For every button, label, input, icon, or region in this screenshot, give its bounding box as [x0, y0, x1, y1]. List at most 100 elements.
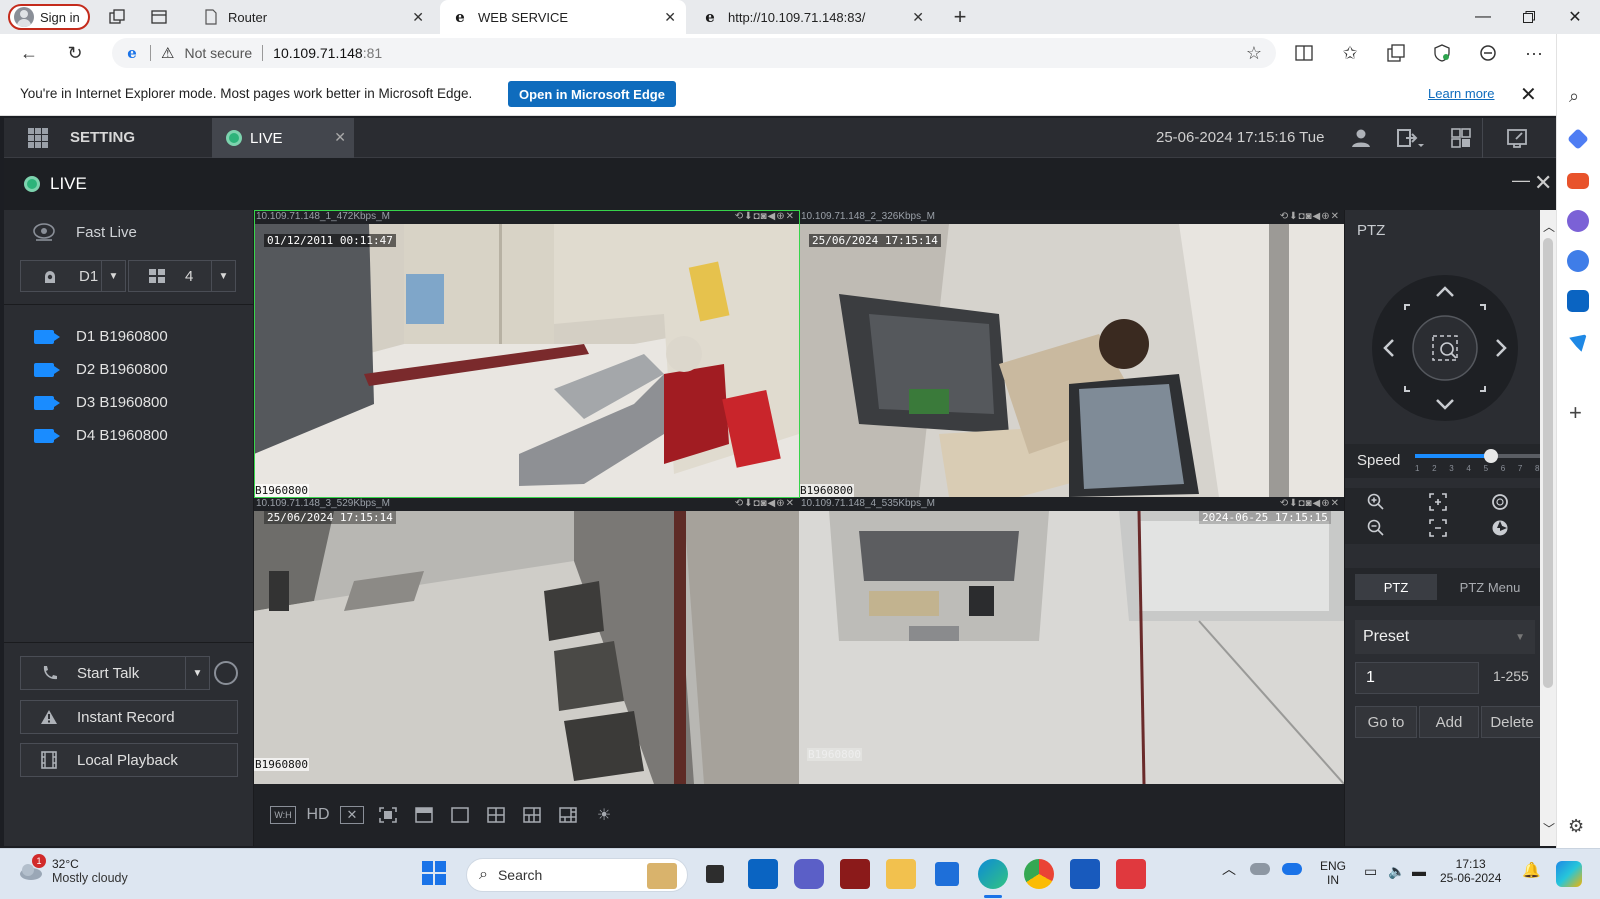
edge-app-icon[interactable]	[978, 859, 1008, 889]
fast-live-button[interactable]: Fast Live	[32, 222, 137, 242]
word-app-icon[interactable]	[1070, 859, 1100, 889]
video-cell-2[interactable]: 10.109.71.148_2_326Kbps_M ⟲⬇◘◙◀⊕✕ 25/06/…	[799, 210, 1344, 497]
sidebar-settings-icon[interactable]: ⚙	[1568, 816, 1584, 837]
live-tab[interactable]: LIVE ✕	[212, 118, 354, 158]
window-close-icon[interactable]: ✕	[1552, 0, 1598, 34]
back-icon[interactable]: ←	[17, 42, 41, 64]
favorite-star-icon[interactable]: ☆	[1246, 43, 1262, 64]
browser-essentials-icon[interactable]	[1430, 42, 1454, 64]
focus-far-icon[interactable]	[1423, 516, 1453, 540]
refresh-icon[interactable]: ↻	[63, 42, 87, 64]
chevron-down-icon[interactable]: ▼	[211, 261, 235, 291]
outlook-app-icon[interactable]	[748, 859, 778, 889]
zoom-out-icon[interactable]	[1361, 516, 1391, 540]
video-cell-4[interactable]: 10.109.71.148_4_535Kbps_M ⟲⬇◘◙◀⊕✕ 2024-0…	[799, 497, 1344, 784]
split-1-icon[interactable]	[448, 806, 472, 824]
restore-icon[interactable]	[1506, 0, 1552, 34]
device-item-d4[interactable]: D4 B1960800	[34, 427, 168, 444]
onedrive-icon[interactable]	[1250, 863, 1270, 875]
sidebar-search-icon[interactable]: ⌕	[1569, 86, 1579, 107]
speed-slider-thumb[interactable]	[1483, 449, 1498, 463]
split-8-icon[interactable]	[556, 806, 580, 824]
setting-menu[interactable]: SETTING	[70, 129, 135, 146]
onedrive-business-icon[interactable]	[1282, 863, 1302, 875]
focus-near-icon[interactable]	[1423, 490, 1453, 514]
tab-router[interactable]: Router ✕	[192, 0, 434, 34]
preset-number-input[interactable]: 1	[1355, 662, 1479, 694]
add-preset-button[interactable]: Add	[1419, 706, 1479, 738]
main-menu-icon[interactable]	[28, 128, 48, 148]
tab-ptz-menu[interactable]: PTZ Menu	[1445, 574, 1535, 600]
clock[interactable]: 17:13 25-06-2024	[1440, 857, 1501, 885]
close-tab-icon[interactable]: ✕	[912, 9, 924, 26]
battery-icon[interactable]: ▬	[1412, 863, 1426, 879]
video-cell-1[interactable]: 10.109.71.148_1_472Kbps_M ⟲⬇◘◙◀⊕✕ 01/12/…	[254, 210, 799, 497]
store-app-icon[interactable]	[935, 862, 959, 886]
close-live-tab-icon[interactable]: ✕	[334, 129, 346, 146]
device-select[interactable]: D1 ▼	[20, 260, 126, 292]
open-in-edge-button[interactable]: Open in Microsoft Edge	[508, 81, 676, 107]
url-field[interactable]: e ⚠ Not secure 10.109.71.148:81 ☆	[112, 38, 1276, 68]
tab-ptz[interactable]: PTZ	[1355, 574, 1437, 600]
chrome-app-icon[interactable]	[1024, 859, 1054, 889]
preset-dropdown[interactable]: Preset ▼	[1355, 620, 1535, 654]
weather-widget[interactable]: 1 32°C Mostly cloudy	[18, 854, 128, 885]
tab-http[interactable]: e http://10.109.71.148:83/ ✕	[690, 0, 934, 34]
device-item-d3[interactable]: D3 B1960800	[34, 394, 168, 411]
local-playback-button[interactable]: Local Playback	[20, 743, 238, 777]
logout-icon[interactable]	[1396, 127, 1424, 149]
split-select[interactable]: 4 ▼	[128, 260, 236, 292]
close-tab-icon[interactable]: ✕	[664, 9, 676, 26]
fit-screen-icon[interactable]	[376, 806, 400, 824]
brightness-icon[interactable]: ☀	[592, 806, 616, 824]
taskbar-search[interactable]: ⌕ Search	[466, 858, 688, 892]
fullscreen-icon[interactable]	[1506, 127, 1528, 149]
collections-icon[interactable]	[1384, 42, 1408, 64]
video-cell-3[interactable]: 10.109.71.148_3_529Kbps_M ⟲⬇◘◙◀⊕✕ 25/06/…	[254, 497, 799, 784]
sidebar-office-icon[interactable]	[1567, 250, 1589, 272]
talk-status-icon[interactable]	[214, 661, 238, 685]
sidebar-games-icon[interactable]	[1567, 210, 1589, 232]
split-screen-icon[interactable]	[1292, 42, 1316, 64]
chevron-down-icon[interactable]: ▼	[185, 657, 209, 689]
device-item-d1[interactable]: D1 B1960800	[34, 328, 168, 345]
page-scrollbar[interactable]: ︿ ﹀	[1540, 210, 1556, 846]
scroll-up-icon[interactable]: ︿	[1543, 218, 1555, 235]
split-4-icon[interactable]	[484, 806, 508, 824]
more-options-icon[interactable]: ···	[1522, 42, 1546, 64]
split-1-strip-icon[interactable]	[412, 806, 436, 824]
cell-tools-icon[interactable]: ⟲⬇◘◙◀⊕✕	[735, 210, 795, 224]
device-item-d2[interactable]: D2 B1960800	[34, 361, 168, 378]
task-view-icon[interactable]	[706, 865, 724, 883]
goto-preset-button[interactable]: Go to	[1355, 706, 1417, 738]
infobar-close-icon[interactable]: ✕	[1520, 82, 1537, 107]
minimize-icon[interactable]: —	[1460, 0, 1506, 34]
copilot-taskbar-icon[interactable]	[1556, 861, 1582, 887]
aspect-ratio-button[interactable]: W:H	[270, 806, 296, 824]
tab-actions-icon[interactable]	[148, 6, 170, 28]
ptz-direction-pad[interactable]	[1371, 274, 1519, 422]
user-icon[interactable]	[1350, 127, 1372, 149]
chevron-down-icon[interactable]: ▼	[101, 261, 125, 291]
sidebar-add-icon[interactable]: +	[1569, 400, 1582, 426]
network-icon[interactable]: ▭	[1364, 863, 1377, 880]
teams-app-icon[interactable]	[794, 859, 824, 889]
minimize-panel-icon[interactable]: —	[1512, 170, 1530, 191]
volume-icon[interactable]: 🔈	[1388, 863, 1405, 880]
ie-mode-icon[interactable]: e	[124, 45, 140, 61]
extensions-icon[interactable]	[1476, 42, 1500, 64]
workspaces-icon[interactable]	[106, 6, 128, 28]
cell-tools-icon[interactable]: ⟲⬇◘◙◀⊕✕	[1280, 210, 1340, 224]
start-talk-button[interactable]: Start Talk ▼	[20, 656, 210, 690]
close-panel-icon[interactable]: ✕	[1534, 170, 1552, 196]
layout-icon[interactable]	[1450, 127, 1472, 149]
split-6-icon[interactable]	[520, 806, 544, 824]
iris-open-icon[interactable]	[1485, 490, 1515, 514]
close-tab-icon[interactable]: ✕	[412, 9, 424, 26]
zoom-in-icon[interactable]	[1361, 490, 1391, 514]
learn-more-link[interactable]: Learn more	[1428, 86, 1494, 101]
delete-preset-button[interactable]: Delete	[1481, 706, 1540, 738]
sidebar-tools-icon[interactable]	[1567, 173, 1589, 189]
language-indicator[interactable]: ENG IN	[1320, 859, 1346, 887]
notification-bell-icon[interactable]: 🔔	[1522, 861, 1541, 879]
